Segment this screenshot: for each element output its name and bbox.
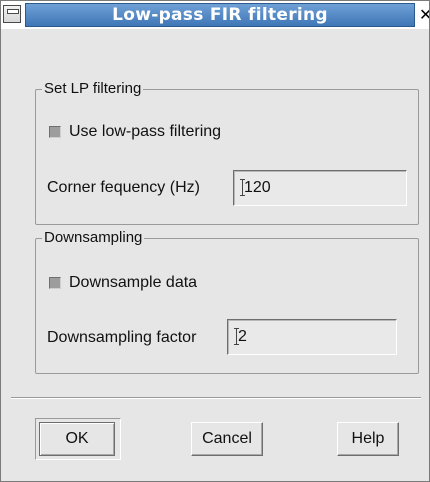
close-icon[interactable]: ✕ [419, 4, 429, 26]
corner-frequency-label: Corner fequency (Hz) [47, 179, 200, 196]
downsampling-factor-label: Downsampling factor [47, 329, 197, 346]
ok-button[interactable]: OK [39, 422, 115, 456]
corner-frequency-input[interactable]: 120 [233, 170, 407, 206]
lp-filtering-legend: Set LP filtering [42, 80, 144, 98]
downsampling-factor-value: 2 [238, 328, 247, 345]
dialog-window: Low-pass FIR filtering ✕ Set LP filterin… [0, 0, 430, 482]
downsample-label: Downsample data [69, 274, 198, 291]
use-lowpass-checkbox[interactable] [49, 126, 61, 138]
downsampling-factor-input[interactable]: 2 [227, 319, 397, 355]
downsampling-legend: Downsampling [42, 229, 145, 247]
title-bar: Low-pass FIR filtering ✕ [1, 1, 429, 29]
separator [11, 397, 421, 399]
window-title: Low-pass FIR filtering [25, 3, 415, 27]
corner-frequency-value: 120 [244, 179, 271, 196]
downsample-checkbox[interactable] [49, 277, 61, 289]
help-button[interactable]: Help [337, 422, 399, 456]
cancel-button[interactable]: Cancel [191, 422, 263, 456]
window-menu-icon[interactable] [3, 5, 21, 23]
use-lowpass-label: Use low-pass filtering [69, 123, 222, 140]
